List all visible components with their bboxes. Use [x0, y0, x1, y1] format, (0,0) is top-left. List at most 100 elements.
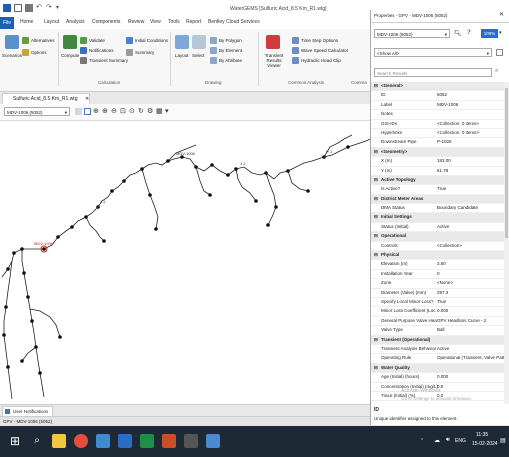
- tray-chevron-icon[interactable]: ⌃: [420, 438, 424, 444]
- initial-conditions-button[interactable]: Initial Conditions: [126, 37, 168, 44]
- property-row[interactable]: Hyperlinks <Collection: 0 items>: [371, 129, 504, 139]
- property-row[interactable]: Notes: [371, 110, 504, 120]
- property-row[interactable]: X (m) 183.00: [371, 157, 504, 167]
- property-value[interactable]: 0.000: [437, 307, 448, 315]
- layout-button[interactable]: Layout: [175, 53, 189, 58]
- property-row[interactable]: Operating Rule Operational (Transient, Va…: [371, 354, 504, 364]
- property-row[interactable]: DMA Status Boundary Candidate: [371, 204, 504, 214]
- junction[interactable]: [234, 167, 238, 171]
- junction[interactable]: [22, 271, 26, 275]
- property-row[interactable]: Diameter (Valve) (mm) 297.3: [371, 289, 504, 298]
- search-icon[interactable]: 🔍︎: [454, 30, 462, 37]
- zoom-previous-icon[interactable]: ⊙: [129, 108, 136, 115]
- property-row[interactable]: General Purpose Valve Hea GPV Headloss Cu…: [371, 317, 504, 327]
- element-select-dropdown[interactable]: MDV-1006 (5052) ▾: [4, 107, 70, 116]
- junction[interactable]: [254, 199, 258, 203]
- zoom-out-icon[interactable]: ⊖: [111, 108, 118, 115]
- property-category[interactable]: ⊟ Water Quality: [371, 363, 504, 374]
- junction[interactable]: [208, 193, 212, 197]
- volume-icon[interactable]: 🔊︎: [446, 437, 450, 444]
- junction[interactable]: [154, 227, 158, 231]
- tab-bentley-cloud-services[interactable]: Bentley Cloud Services: [208, 19, 260, 25]
- pan-icon[interactable]: [75, 108, 82, 115]
- undo-icon[interactable]: ↶: [36, 4, 44, 12]
- pipe-branch-d[interactable]: [265, 172, 277, 226]
- collapse-icon[interactable]: ⊟: [374, 195, 378, 203]
- property-value[interactable]: True: [437, 185, 446, 193]
- notifications-button[interactable]: Notifications: [80, 47, 114, 54]
- notification-center-icon[interactable]: ▤: [500, 437, 506, 444]
- clock-date[interactable]: 15-02-2024: [472, 441, 498, 447]
- property-value[interactable]: Boundary Candidate: [437, 204, 478, 212]
- validate-button[interactable]: Validate: [80, 37, 105, 44]
- pipe-branch-a[interactable]: [85, 216, 105, 242]
- compute-button[interactable]: Compute: [61, 53, 79, 58]
- property-row[interactable]: Zone <None>: [371, 279, 504, 289]
- junction[interactable]: [210, 163, 214, 167]
- junction[interactable]: [58, 335, 62, 339]
- property-category[interactable]: ⊟ Physical: [371, 251, 504, 261]
- powerpoint-icon[interactable]: [162, 434, 176, 448]
- pipe-main[interactable]: [1, 138, 371, 278]
- junction[interactable]: [56, 235, 60, 239]
- zoom-field[interactable]: 100%: [481, 29, 498, 38]
- property-row[interactable]: Elevation (m) 3.50: [371, 260, 504, 270]
- search-icon[interactable]: ⌕: [495, 68, 498, 75]
- chevron-down-icon[interactable]: ▾: [499, 30, 502, 36]
- collapse-icon[interactable]: ⊟: [374, 364, 378, 372]
- property-row[interactable]: Downstream Pipe P-1026: [371, 138, 504, 148]
- junction[interactable]: [4, 305, 8, 309]
- property-search-input[interactable]: Search Results: [374, 68, 492, 77]
- scenarios-button[interactable]: Scenarios: [2, 53, 22, 58]
- junction[interactable]: [286, 169, 290, 173]
- refresh-icon[interactable]: ↻: [138, 108, 145, 115]
- app-icon[interactable]: [184, 434, 198, 448]
- property-value[interactable]: 3.50: [437, 260, 446, 268]
- zoom-in-icon[interactable]: ⊕: [102, 108, 109, 115]
- pipe-south-spur-2[interactable]: [21, 346, 37, 362]
- document-tab[interactable]: Sulfuric Acid_8.5 Km_R1.wtg ✕: [2, 93, 90, 104]
- zoom-window-icon[interactable]: ⊡: [120, 108, 127, 115]
- junction[interactable]: [266, 223, 270, 227]
- property-value[interactable]: True: [437, 298, 446, 306]
- tab-layout[interactable]: Layout: [44, 19, 59, 25]
- property-category[interactable]: ⊟ District Meter Areas: [371, 194, 504, 205]
- alternatives-button[interactable]: Alternatives: [22, 37, 55, 44]
- junction[interactable]: [346, 145, 350, 149]
- property-category[interactable]: ⊟ <General>: [371, 82, 504, 92]
- select-icon[interactable]: [192, 35, 206, 49]
- property-category[interactable]: ⊟ Active Topology: [371, 175, 504, 186]
- property-row[interactable]: GIS-IDs <Collection: 0 items>: [371, 120, 504, 129]
- property-value[interactable]: Active: [437, 223, 449, 231]
- property-row[interactable]: Y (m) 61.79: [371, 167, 504, 176]
- property-value[interactable]: <Collection: 0 items>: [437, 129, 479, 137]
- select-by-polygon-button[interactable]: By Polygon: [210, 37, 242, 44]
- tab-report[interactable]: Report: [186, 19, 201, 25]
- property-value[interactable]: 5052: [437, 91, 447, 99]
- tab-review[interactable]: Review: [128, 19, 144, 25]
- property-value[interactable]: <Collection: 0 items>: [437, 120, 479, 128]
- collapse-icon[interactable]: ⊟: [374, 251, 378, 259]
- tab-components[interactable]: Components: [92, 19, 120, 25]
- junction[interactable]: [30, 319, 34, 323]
- junction[interactable]: [6, 267, 10, 271]
- outlook-icon[interactable]: [118, 434, 132, 448]
- tab-tools[interactable]: Tools: [168, 19, 180, 25]
- property-category[interactable]: ⊟ Initial Settings: [371, 213, 504, 223]
- filter-icon[interactable]: [496, 49, 503, 56]
- junction[interactable]: [102, 239, 106, 243]
- collapse-icon[interactable]: ⊟: [374, 336, 378, 344]
- select-tool-icon[interactable]: [84, 108, 91, 115]
- junction[interactable]: [34, 345, 38, 349]
- network-drawing[interactable]: MDV-1006 MDV-1006 J-1 J-2 P-1: [0, 121, 371, 404]
- property-value[interactable]: 61.79: [437, 167, 448, 175]
- transient-results-viewer-icon[interactable]: [266, 35, 280, 49]
- transient-summary-button[interactable]: Transient Summary: [80, 57, 128, 64]
- property-grid-scrollbar[interactable]: [504, 82, 509, 404]
- property-row[interactable]: Is Active? True: [371, 185, 504, 195]
- property-category[interactable]: ⊟ Operational: [371, 232, 504, 242]
- new-file-icon[interactable]: [14, 4, 22, 12]
- property-value[interactable]: 297.3: [437, 289, 448, 297]
- scrollbar-thumb[interactable]: [505, 88, 508, 238]
- junction[interactable]: [166, 159, 170, 163]
